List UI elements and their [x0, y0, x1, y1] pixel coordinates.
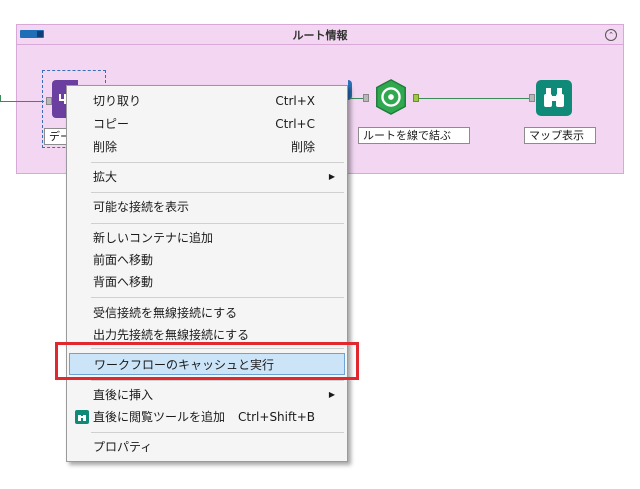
menu-item-label: 切り取り — [93, 94, 142, 108]
menu-item-label: コピー — [93, 117, 130, 131]
menu-item-add-to-container[interactable]: 新しいコンテナに追加 — [69, 227, 345, 249]
route-tool-icon[interactable] — [372, 78, 410, 116]
container-title: ルート情報 — [292, 29, 348, 42]
menu-item-shortcut: 削除 — [290, 140, 315, 154]
route-input-anchor[interactable] — [363, 94, 369, 102]
submenu-arrow-icon: ▶ — [328, 390, 335, 399]
collapse-icon[interactable]: ⌃ — [605, 29, 617, 41]
menu-item-show-connections[interactable]: 可能な接続を表示 — [69, 196, 345, 218]
menu-item-label: プロパティ — [93, 440, 153, 454]
incoming-connection-line — [0, 101, 44, 102]
menu-item-delete[interactable]: 削除 削除 — [69, 136, 345, 158]
route-tool-label: ルートを線で結ぶ — [358, 127, 470, 144]
menu-item-label: 直後に閲覧ツールを追加 — [93, 410, 226, 424]
route-glyph-icon — [376, 79, 406, 115]
menu-item-properties[interactable]: プロパティ — [69, 436, 345, 458]
map-input-anchor[interactable] — [529, 94, 535, 102]
map-tool-icon[interactable] — [536, 80, 572, 116]
menu-separator — [91, 162, 344, 163]
menu-item-add-browse-tool[interactable]: 直後に閲覧ツールを追加 Ctrl+Shift+B — [69, 406, 345, 428]
connection-line-1 — [349, 98, 363, 99]
menu-separator — [91, 297, 344, 298]
menu-separator — [91, 223, 344, 224]
menu-item-send-to-back[interactable]: 背面へ移動 — [69, 271, 345, 293]
geo-tool-icon[interactable] — [348, 80, 352, 100]
menu-separator — [91, 192, 344, 193]
context-menu[interactable]: 切り取り Ctrl+X コピー Ctrl+C 削除 削除 拡大 ▶ 可能な接続を… — [66, 85, 348, 462]
connection-line-2 — [419, 98, 529, 99]
data-tool-label: デー — [44, 128, 71, 145]
menu-item-shortcut: Ctrl+X — [275, 94, 315, 108]
menu-separator — [91, 380, 344, 381]
container-header[interactable]: ルート情報 ⌃ — [17, 25, 623, 45]
submenu-arrow-icon: ▶ — [328, 172, 335, 181]
binoculars-icon — [544, 88, 564, 107]
menu-item-shortcut: Ctrl+C — [275, 117, 315, 131]
incoming-connection-stub — [0, 95, 1, 102]
map-tool-label: マップ表示 — [524, 127, 596, 144]
menu-item-label: 可能な接続を表示 — [93, 200, 190, 214]
menu-item-label: 直後に挿入 — [93, 388, 154, 402]
menu-item-label: 新しいコンテナに追加 — [93, 231, 214, 245]
menu-separator — [91, 432, 344, 433]
menu-item-label: 背面へ移動 — [93, 275, 154, 289]
menu-item-label: 前面へ移動 — [93, 253, 154, 267]
binoculars-icon — [75, 410, 89, 424]
highlight-annotation-box — [55, 342, 359, 380]
menu-item-label: 削除 — [93, 140, 118, 154]
menu-item-label: 受信接続を無線接続にする — [93, 306, 238, 320]
menu-item-zoom[interactable]: 拡大 ▶ — [69, 166, 345, 188]
menu-item-cut[interactable]: 切り取り Ctrl+X — [69, 90, 345, 112]
menu-item-bring-to-front[interactable]: 前面へ移動 — [69, 249, 345, 271]
menu-item-label: 拡大 — [93, 170, 118, 184]
menu-item-wireless-incoming[interactable]: 受信接続を無線接続にする — [69, 302, 345, 324]
menu-item-copy[interactable]: コピー Ctrl+C — [69, 113, 345, 135]
menu-item-insert-after[interactable]: 直後に挿入 ▶ — [69, 384, 345, 406]
menu-item-shortcut: Ctrl+Shift+B — [238, 410, 315, 424]
